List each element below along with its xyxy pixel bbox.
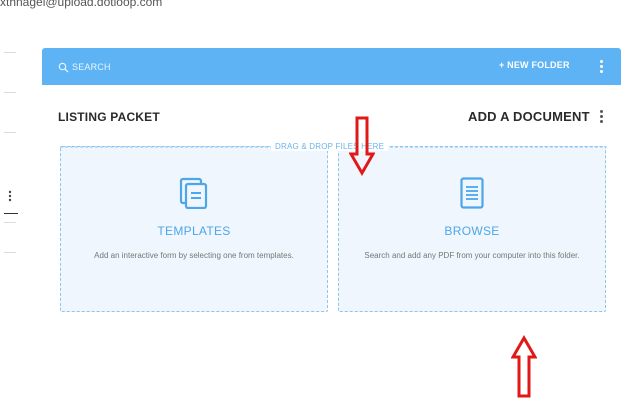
folder-toolbar: SEARCH + NEW FOLDER	[42, 48, 621, 85]
app-root: xthnagel@upload.dotloop.com SEARCH + NEW…	[0, 0, 621, 407]
rail-divider	[4, 132, 16, 133]
templates-card[interactable]: TEMPLATES Add an interactive form by sel…	[60, 146, 328, 312]
document-icon	[460, 177, 484, 209]
toolbar-more-icon[interactable]	[599, 59, 605, 75]
templates-icon	[179, 177, 208, 209]
templates-description: Add an interactive form by selecting one…	[94, 251, 294, 260]
add-document-button[interactable]: ADD A DOCUMENT	[468, 109, 590, 124]
browse-description: Search and add any PDF from your compute…	[364, 251, 580, 260]
search-placeholder: SEARCH	[72, 62, 111, 72]
rail-kebab-icon[interactable]	[8, 190, 12, 202]
rail-divider	[4, 222, 16, 223]
header-more-icon[interactable]	[599, 109, 605, 125]
new-folder-button[interactable]: + NEW FOLDER	[499, 60, 570, 70]
packet-title: LISTING PACKET	[58, 110, 160, 124]
folder-panel: SEARCH + NEW FOLDER LISTING PACKET ADD A…	[42, 48, 621, 407]
rail-divider	[4, 252, 16, 253]
browse-card[interactable]: BROWSE Search and add any PDF from your …	[338, 146, 606, 312]
account-email: xthnagel@upload.dotloop.com	[0, 0, 163, 9]
down-arrow	[349, 116, 375, 176]
search-icon	[58, 62, 69, 72]
rail-divider	[4, 52, 16, 53]
search-input[interactable]: SEARCH	[58, 60, 111, 74]
templates-title: TEMPLATES	[157, 224, 231, 238]
rail-active-indicator	[4, 213, 18, 214]
up-arrow	[511, 335, 537, 398]
browse-title: BROWSE	[444, 224, 500, 238]
left-rail	[0, 30, 22, 407]
rail-divider	[4, 92, 16, 93]
